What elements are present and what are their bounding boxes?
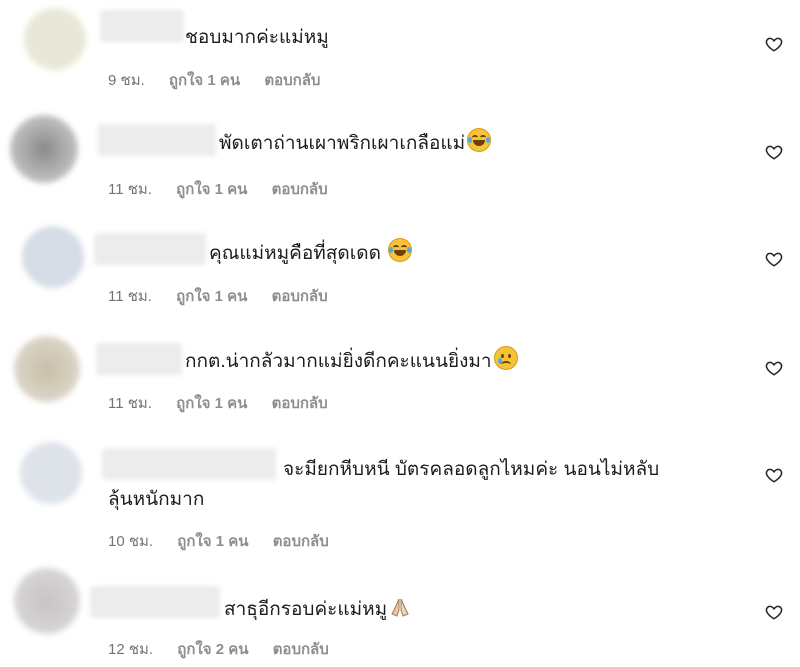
avatar[interactable] [22,226,84,288]
comment-time: 11 ชม. [108,395,152,412]
comment-time: 12 ชม. [108,641,154,658]
reply-button[interactable]: ตอบกลับ [264,72,320,89]
reply-button[interactable]: ตอบกลับ [272,181,328,198]
username-blurred[interactable] [100,10,184,42]
sad-relieved-emoji-icon [493,346,518,370]
heart-outline-icon[interactable] [765,250,783,268]
comment-text: กกต.น่ากลัวมากแม่ยิ่งดีกคะแนนยิ่งมา [185,346,518,376]
heart-outline-icon[interactable] [765,603,783,621]
comment-meta: 11 ชม. ถูกใจ 1 คน ตอบกลับ [108,177,348,201]
comment-text: จะมียกหีบหนี บัตรคลอดลูกไหมค่ะ นอนไม่หลั… [283,459,660,480]
username-blurred[interactable] [90,586,220,618]
comment-text: สาธุอีกรอบค่ะแม่หมู [224,596,411,624]
comment-text: ชอบมากค่ะแม่หมู [185,27,329,48]
likes-count[interactable]: ถูกใจ 1 คน [169,72,240,89]
avatar[interactable] [20,442,82,504]
avatar[interactable] [24,8,86,70]
comment-meta: 10 ชม. ถูกใจ 1 คน ตอบกลับ [108,529,349,553]
reply-button[interactable]: ตอบกลับ [273,533,329,550]
comment-text-body: พัดเตาถ่านเผาพริกเผาเกลือแม่ [219,133,466,154]
heart-outline-icon[interactable] [765,466,783,484]
comment-meta: 11 ชม. ถูกใจ 1 คน ตอบกลับ [108,391,348,415]
comment-time: 9 ชม. [108,72,145,89]
avatar[interactable] [14,336,80,402]
username-blurred[interactable] [96,343,182,375]
username-blurred[interactable] [94,233,206,265]
comment-meta: 9 ชม. ถูกใจ 1 คน ตอบกลับ [108,68,340,92]
username-blurred[interactable] [102,448,276,480]
comment-time: 11 ชม. [108,288,152,305]
username-blurred[interactable] [98,124,216,156]
reply-button[interactable]: ตอบกลับ [272,395,328,412]
comment-time: 11 ชม. [108,181,152,198]
reply-button[interactable]: ตอบกลับ [272,288,328,305]
comment-text-line2: ลุ้นหนักมาก [108,489,205,510]
comment-text-body: กกต.น่ากลัวมากแม่ยิ่งดีกคะแนนยิ่งมา [185,351,492,372]
likes-count[interactable]: ถูกใจ 1 คน [176,395,247,412]
heart-outline-icon[interactable] [765,35,783,53]
likes-count[interactable]: ถูกใจ 1 คน [176,181,247,198]
laughing-tears-emoji-icon [467,128,492,152]
likes-count[interactable]: ถูกใจ 2 คน [177,641,248,658]
heart-outline-icon[interactable] [765,359,783,377]
reply-button[interactable]: ตอบกลับ [273,641,329,658]
comment-meta: 12 ชม. ถูกใจ 2 คน ตอบกลับ [108,637,349,661]
comment-text-body: สาธุอีกรอบค่ะแม่หมู [224,599,388,620]
comment-text: พัดเตาถ่านเผาพริกเผาเกลือแม่ [219,128,492,158]
comment-time: 10 ชม. [108,533,154,550]
likes-count[interactable]: ถูกใจ 1 คน [176,288,247,305]
comment-text: คุณแม่หมูคือที่สุดเดด [209,238,413,268]
avatar[interactable] [10,115,78,183]
laughing-tears-emoji-icon [388,238,413,262]
comment-meta: 11 ชม. ถูกใจ 1 คน ตอบกลับ [108,284,348,308]
folded-hands-emoji-icon [389,596,411,618]
comment-text-body: คุณแม่หมูคือที่สุดเดด [209,243,387,264]
likes-count[interactable]: ถูกใจ 1 คน [177,533,248,550]
heart-outline-icon[interactable] [765,143,783,161]
avatar[interactable] [14,568,80,634]
